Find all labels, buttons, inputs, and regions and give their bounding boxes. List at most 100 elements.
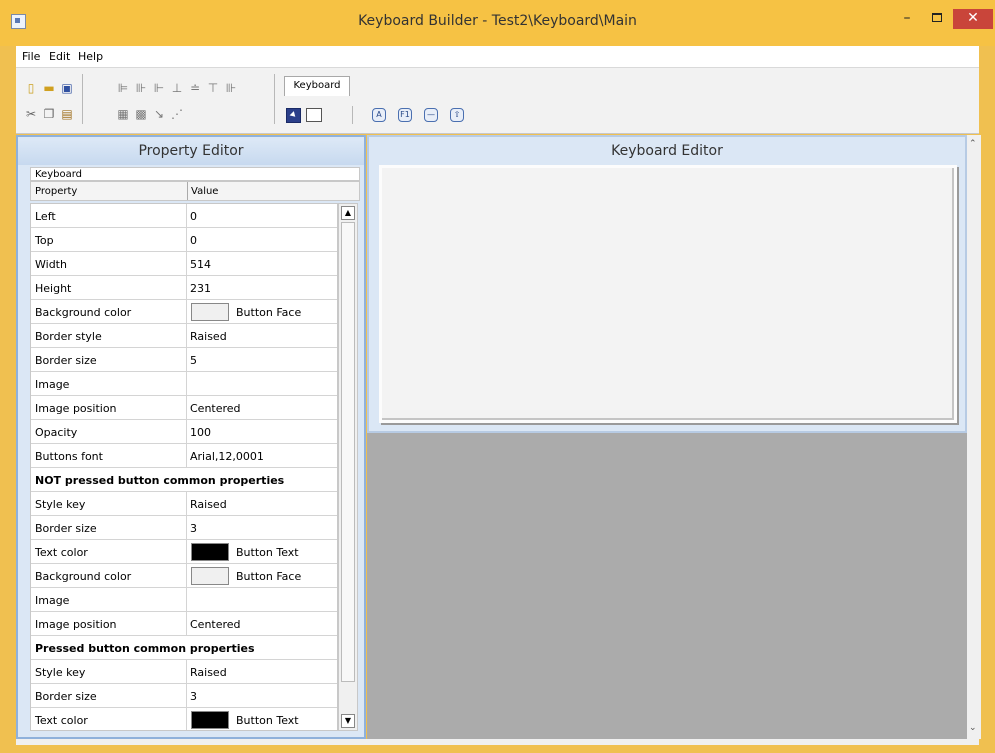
align-left-icon[interactable]: ⊫ [116,82,130,95]
property-value[interactable]: Button Face [236,570,301,583]
property-grid-scrollbar[interactable]: ▲ ▼ [338,203,358,731]
paste-icon[interactable]: ▤ [60,108,74,121]
property-value[interactable]: 3 [190,522,197,535]
property-value[interactable]: Raised [190,498,227,511]
property-value[interactable]: 0 [190,234,197,247]
property-value[interactable]: Button Text [236,714,299,727]
header-value[interactable]: Value [191,186,218,197]
property-row[interactable]: Image [31,372,337,396]
property-value[interactable]: Centered [190,402,241,415]
property-row[interactable]: Background color Button Face [31,300,337,324]
cut-icon[interactable]: ✂ [24,108,38,121]
scroll-up-icon[interactable]: ▲ [341,206,355,220]
property-value[interactable]: Raised [190,666,227,679]
header-divider[interactable] [187,182,188,200]
property-value[interactable]: 514 [190,258,211,271]
property-row[interactable]: Image position Centered [31,612,337,636]
color-swatch[interactable] [191,567,229,585]
property-row[interactable]: Border style Raised [31,324,337,348]
property-row[interactable]: Image position Centered [31,396,337,420]
pointer-tool-icon[interactable] [286,108,301,123]
scroll-up-icon[interactable]: ⌃ [969,139,977,149]
property-row[interactable]: Style key Raised [31,492,337,516]
maximize-icon [932,13,942,22]
tab-keyboard[interactable]: Keyboard [284,76,350,96]
scroll-down-icon[interactable]: ⌄ [969,723,977,733]
property-value[interactable]: Raised [190,330,227,343]
align-middle-icon[interactable]: ≐ [188,82,202,95]
property-row[interactable]: Border size 5 [31,348,337,372]
property-row[interactable]: Text color Button Text [31,708,337,730]
property-value[interactable]: 231 [190,282,211,295]
column-divider [186,252,187,276]
property-value[interactable]: Centered [190,618,241,631]
spacing-icon[interactable]: ↘ [152,108,166,121]
property-row[interactable]: Background color Button Face [31,564,337,588]
property-row[interactable]: Height 231 [31,276,337,300]
copy-icon[interactable]: ❐ [42,108,56,121]
color-swatch[interactable] [191,303,229,321]
property-row[interactable]: Buttons font Arial,12,0001 [31,444,337,468]
keyboard-canvas[interactable] [379,165,957,423]
shift-key-tool-icon[interactable]: ⇧ [450,108,464,122]
column-divider [186,612,187,636]
property-value[interactable]: 0 [190,210,197,223]
scroll-down-icon[interactable]: ▼ [341,714,355,728]
align-center-icon[interactable]: ⊪ [134,82,148,95]
property-row[interactable]: Opacity 100 [31,420,337,444]
property-value[interactable]: 100 [190,426,211,439]
property-value[interactable]: Button Face [236,306,301,319]
property-name: Top [35,234,54,247]
property-name: Border style [35,330,102,343]
align-right-icon[interactable]: ⊩ [152,82,166,95]
property-row[interactable]: Style key Raised [31,660,337,684]
property-value[interactable]: Button Text [236,546,299,559]
maximize-button[interactable] [923,9,951,29]
grid-icon[interactable]: ⋰ [170,108,184,121]
letter-key-tool-icon[interactable]: A [372,108,386,122]
column-divider [186,372,187,396]
property-grid: Left 0 Top 0 Width 514 Height 231 Background col… [30,203,338,731]
property-section-row: NOT pressed button common properties [31,468,337,492]
toolbar-separator [352,106,353,124]
close-button[interactable]: ✕ [953,9,993,29]
editor-scrollbar[interactable]: ⌃ ⌄ [967,135,981,739]
keyboard-editor-title: Keyboard Editor [611,143,723,159]
distribute-icon[interactable]: ⊪ [224,82,238,95]
header-property[interactable]: Property [35,186,77,197]
column-divider [186,540,187,564]
property-row[interactable]: Text color Button Text [31,540,337,564]
color-swatch[interactable] [191,543,229,561]
open-folder-icon[interactable]: ▬ [42,82,56,95]
menu-file[interactable]: File [22,50,40,63]
menu-edit[interactable]: Edit [49,50,70,63]
column-divider [186,300,187,324]
scroll-thumb[interactable] [341,222,355,682]
space-key-tool-icon[interactable]: — [424,108,438,122]
minimize-button[interactable]: – [893,9,921,29]
property-row[interactable]: Image [31,588,337,612]
align-top-icon[interactable]: ⊥ [170,82,184,95]
rectangle-tool-icon[interactable] [306,108,322,122]
property-value[interactable]: 5 [190,354,197,367]
menu-help[interactable]: Help [78,50,103,63]
color-swatch[interactable] [191,711,229,729]
save-icon[interactable]: ▣ [60,82,74,95]
same-height-icon[interactable]: ▩ [134,108,148,121]
new-file-icon[interactable]: ▯ [24,82,38,95]
column-divider [186,564,187,588]
function-key-tool-icon[interactable]: F1 [398,108,412,122]
property-name: Border size [35,354,97,367]
property-row[interactable]: Width 514 [31,252,337,276]
property-row[interactable]: Top 0 [31,228,337,252]
toolbar: ▯ ▬ ▣ ✂ ❐ ▤ ⊫ ⊪ ⊩ ⊥ ≐ ⊤ ⊪ ▦ ▩ ↘ ⋰ Keyboa… [16,68,979,134]
property-row[interactable]: Left 0 [31,204,337,228]
align-bottom-icon[interactable]: ⊤ [206,82,220,95]
property-name: Background color [35,306,132,319]
property-value[interactable]: 3 [190,690,197,703]
same-width-icon[interactable]: ▦ [116,108,130,121]
menu-bar: File Edit Help [16,46,979,68]
property-row[interactable]: Border size 3 [31,684,337,708]
property-value[interactable]: Arial,12,0001 [190,450,264,463]
property-row[interactable]: Border size 3 [31,516,337,540]
